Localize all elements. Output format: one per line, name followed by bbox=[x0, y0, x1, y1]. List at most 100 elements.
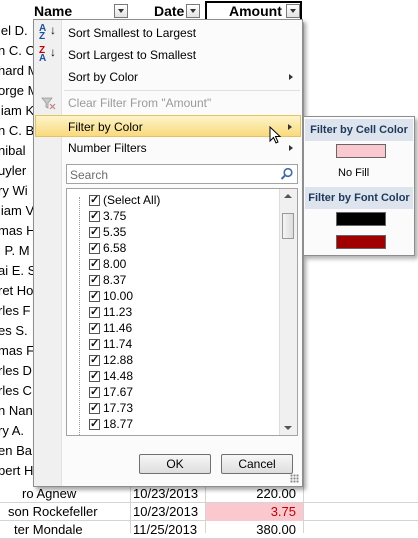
filter-value-label: 18.77 bbox=[103, 417, 134, 431]
filter-value-checkbox[interactable]: 11.74 bbox=[89, 336, 132, 352]
filter-value-checkbox[interactable]: 11.46 bbox=[89, 320, 132, 336]
name-cell: rles D bbox=[0, 363, 32, 378]
date-cell: 10/23/2013 bbox=[133, 504, 199, 519]
date-cell: 10/23/2013 bbox=[133, 486, 199, 501]
checkbox-icon[interactable] bbox=[89, 385, 100, 398]
clear-filter-icon bbox=[41, 97, 56, 110]
checkbox-icon[interactable] bbox=[89, 257, 100, 270]
filter-value-checkbox[interactable]: 17.67 bbox=[89, 384, 133, 400]
table-row: ro Agnew 10/23/2013 220.00 bbox=[0, 485, 418, 503]
checkbox-icon[interactable] bbox=[89, 305, 100, 318]
filter-value-label: 17.73 bbox=[103, 401, 134, 415]
ok-button[interactable]: OK bbox=[139, 454, 211, 474]
filter-value-label: (Select All) bbox=[103, 193, 161, 207]
filter-value-label: 11.23 bbox=[103, 305, 133, 319]
checkbox-icon[interactable] bbox=[89, 369, 100, 382]
name-cell: liam V bbox=[0, 203, 35, 218]
checkbox-icon[interactable] bbox=[89, 337, 100, 350]
filter-value-checkbox[interactable]: 8.37 bbox=[89, 272, 126, 288]
scroll-up-icon[interactable] bbox=[284, 194, 292, 198]
sort-ascending-icon: AZ ↓ bbox=[39, 23, 56, 42]
filter-value-label: 12.88 bbox=[103, 353, 134, 367]
filter-value-checkbox[interactable]: 10.00 bbox=[89, 288, 133, 304]
filter-value-label: 17.67 bbox=[103, 385, 134, 399]
name-cell: uyler bbox=[0, 163, 27, 178]
checkbox-icon[interactable] bbox=[89, 225, 100, 238]
filter-value-checkbox[interactable]: 3.75 bbox=[89, 208, 126, 224]
table-row: ter Mondale 11/25/2013 380.00 bbox=[0, 521, 418, 539]
name-cell: iel D. bbox=[0, 23, 28, 38]
resize-grip-icon[interactable] bbox=[290, 474, 299, 483]
name-cell: es S. bbox=[0, 323, 28, 338]
table-row: son Rockefeller 10/23/2013 3.75 bbox=[0, 503, 418, 521]
filter-value-label: 14.48 bbox=[103, 369, 134, 383]
amount-filter-dropdown-button[interactable] bbox=[286, 4, 300, 18]
checkbox-icon[interactable] bbox=[89, 289, 100, 302]
checkbox-icon[interactable] bbox=[89, 193, 100, 206]
sort-ascending-item[interactable]: AZ ↓ Sort Smallest to Largest bbox=[35, 22, 301, 44]
scrollbar-thumb[interactable] bbox=[282, 213, 294, 239]
checkbox-icon[interactable] bbox=[89, 209, 100, 222]
scroll-down-icon[interactable] bbox=[284, 426, 292, 430]
cell-color-swatch[interactable] bbox=[336, 144, 386, 158]
font-color-swatch[interactable] bbox=[336, 235, 386, 249]
checkbox-icon[interactable] bbox=[89, 241, 100, 254]
filter-value-checkbox[interactable]: 6.58 bbox=[89, 240, 126, 256]
name-filter-dropdown-button[interactable] bbox=[114, 4, 128, 18]
cell-color-header: Filter by Cell Color bbox=[305, 119, 413, 141]
submenu-arrow-icon bbox=[289, 145, 293, 151]
clear-filter-label: Clear Filter From "Amount" bbox=[68, 96, 212, 110]
sort-descending-label: Sort Largest to Smallest bbox=[68, 48, 197, 62]
filter-value-label: 8.00 bbox=[103, 257, 127, 271]
submenu-arrow-icon bbox=[288, 124, 292, 130]
filter-value-label: 8.37 bbox=[103, 273, 127, 287]
list-scrollbar[interactable] bbox=[279, 189, 297, 435]
date-filter-dropdown-button[interactable] bbox=[186, 4, 200, 18]
name-cell: hard M bbox=[0, 63, 39, 78]
filter-value-label: 11.46 bbox=[103, 321, 133, 335]
filter-value-checkbox[interactable]: 12.88 bbox=[89, 352, 133, 368]
sort-descending-item[interactable]: ZA ↓ Sort Largest to Smallest bbox=[35, 44, 301, 66]
name-cell: ry Wi bbox=[0, 183, 28, 198]
filter-values-list: (Select All) 3.75 5.35 6.58 8.00 8.37 10.00 11.… bbox=[66, 188, 298, 436]
name-cell: rles F bbox=[0, 303, 31, 318]
name-cell: liam K bbox=[0, 103, 35, 118]
filter-value-checkbox[interactable]: 11.23 bbox=[89, 304, 132, 320]
search-input[interactable]: Search bbox=[66, 164, 298, 184]
name-cell: son Rockefeller bbox=[8, 504, 98, 519]
cancel-button[interactable]: Cancel bbox=[221, 454, 293, 474]
font-color-swatch[interactable] bbox=[336, 212, 386, 226]
filter-value-checkbox[interactable]: 5.35 bbox=[89, 224, 126, 240]
checkbox-icon[interactable] bbox=[89, 417, 100, 430]
no-fill-option[interactable]: No Fill bbox=[338, 167, 369, 179]
name-cell: n C. C bbox=[0, 43, 35, 58]
select-all-checkbox[interactable]: (Select All) bbox=[89, 192, 160, 208]
checkbox-icon[interactable] bbox=[89, 353, 100, 366]
checkbox-icon[interactable] bbox=[89, 273, 100, 286]
amount-cell: 380.00 bbox=[256, 522, 296, 537]
sort-by-color-label: Sort by Color bbox=[68, 70, 139, 84]
sort-by-color-item[interactable]: Sort by Color bbox=[35, 66, 301, 88]
name-cell: n C. B bbox=[0, 123, 35, 138]
filter-value-label: 3.75 bbox=[103, 209, 127, 223]
number-filters-item[interactable]: Number Filters bbox=[35, 137, 301, 159]
filter-value-checkbox[interactable]: 17.73 bbox=[89, 400, 133, 416]
checkbox-icon[interactable] bbox=[89, 321, 100, 334]
clear-filter-item[interactable]: Clear Filter From "Amount" bbox=[35, 92, 301, 114]
menu-separator bbox=[64, 90, 300, 91]
name-cell: ret Ho bbox=[0, 283, 34, 298]
submenu-arrow-icon bbox=[289, 74, 293, 80]
name-cell: bert H bbox=[0, 463, 34, 478]
filter-value-checkbox[interactable]: 8.00 bbox=[89, 256, 126, 272]
filter-value-checkbox[interactable]: 18.77 bbox=[89, 416, 133, 432]
checkbox-icon[interactable] bbox=[89, 401, 100, 414]
mouse-cursor-icon bbox=[269, 126, 282, 144]
name-cell: ter Mondale bbox=[14, 522, 83, 537]
filter-value-checkbox[interactable]: 14.48 bbox=[89, 368, 133, 384]
name-cell: nibal bbox=[0, 143, 26, 158]
name-cell: ai E. S bbox=[0, 263, 37, 278]
filter-by-color-item[interactable]: Filter by Color bbox=[35, 115, 301, 137]
number-filters-label: Number Filters bbox=[68, 141, 147, 155]
tree-guide-line bbox=[79, 197, 81, 435]
filter-by-color-label: Filter by Color bbox=[68, 120, 143, 134]
